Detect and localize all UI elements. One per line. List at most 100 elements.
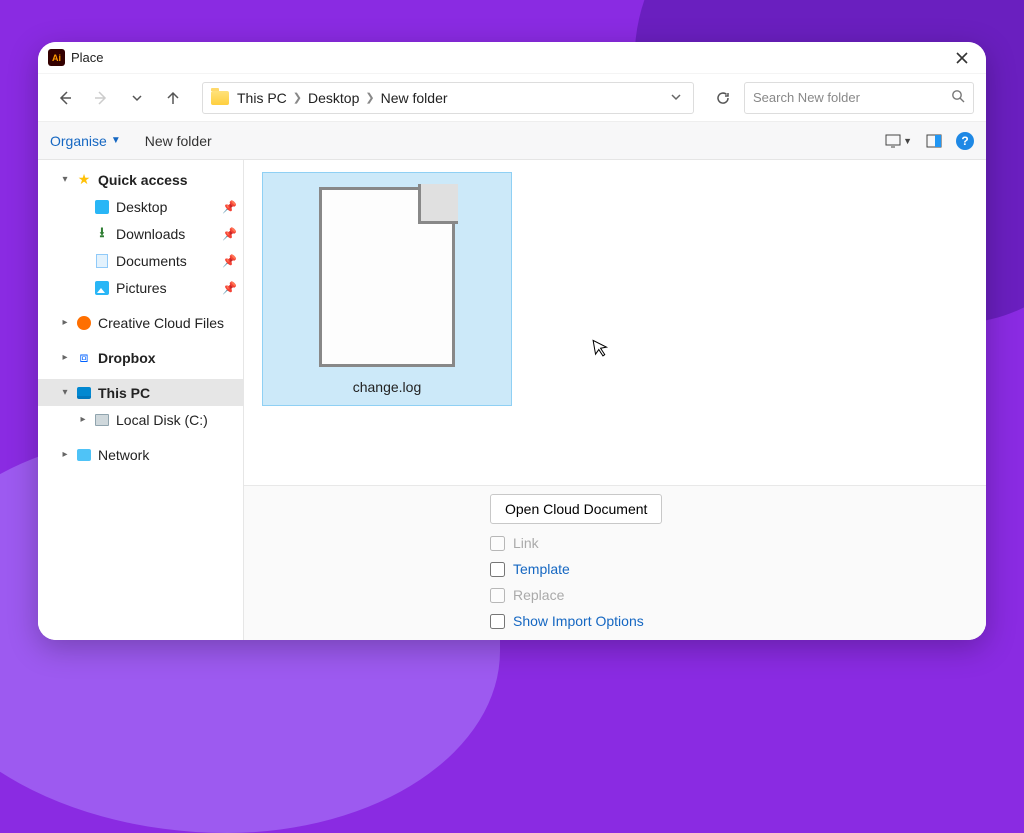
tree-local-disk[interactable]: ▸ Local Disk (C:)	[38, 406, 243, 433]
chevron-right-icon: ▸	[74, 414, 92, 425]
window-title: Place	[71, 50, 104, 65]
titlebar: Ai Place	[38, 42, 986, 74]
tree-label: Pictures	[116, 280, 222, 296]
pin-icon: 📌	[222, 227, 237, 241]
tree-this-pc[interactable]: ▾ This PC	[38, 379, 243, 406]
link-checkbox[interactable]	[490, 536, 505, 551]
view-mode-button[interactable]: ▼	[885, 134, 912, 148]
tree-label: Documents	[116, 253, 222, 269]
chevron-right-icon: ❯	[293, 91, 302, 104]
tree-label: Downloads	[116, 226, 222, 242]
arrow-left-icon	[57, 90, 73, 106]
navigation-bar: This PC ❯ Desktop ❯ New folder	[38, 74, 986, 122]
place-dialog-window: Ai Place This PC	[38, 42, 986, 640]
chevron-down-icon: ▾	[56, 174, 74, 185]
chevron-down-icon: ▼	[903, 136, 912, 146]
breadcrumb-segment[interactable]: New folder	[381, 90, 448, 106]
show-import-options[interactable]: Show Import Options	[490, 608, 986, 634]
file-item-selected[interactable]: change.log	[262, 172, 512, 406]
chevron-down-icon	[132, 93, 142, 103]
creative-cloud-icon	[74, 316, 94, 330]
preview-pane-button[interactable]	[926, 134, 942, 148]
breadcrumb: This PC ❯ Desktop ❯ New folder	[237, 90, 448, 106]
replace-option[interactable]: Replace	[490, 582, 986, 608]
tree-network[interactable]: ▸ Network	[38, 441, 243, 468]
refresh-icon	[715, 90, 731, 106]
chevron-right-icon: ▸	[56, 449, 74, 460]
breadcrumb-segment[interactable]: Desktop	[308, 90, 359, 106]
pc-icon	[74, 387, 94, 399]
arrow-right-icon	[93, 90, 109, 106]
open-cloud-document-button[interactable]: Open Cloud Document	[490, 494, 662, 524]
replace-checkbox[interactable]	[490, 588, 505, 603]
search-input[interactable]	[753, 90, 951, 105]
tree-label: Quick access	[98, 172, 237, 188]
folder-icon	[211, 91, 229, 105]
tree-label: Network	[98, 447, 237, 463]
link-label: Link	[513, 535, 539, 551]
file-dialog: Ai Place This PC	[38, 42, 986, 640]
navigation-tree: ▾ ★ Quick access Desktop 📌 ⭳ Downloads 📌	[38, 160, 244, 640]
pictures-icon	[92, 281, 112, 295]
refresh-button[interactable]	[708, 83, 738, 113]
monitor-icon	[885, 134, 901, 148]
dialog-body: ▾ ★ Quick access Desktop 📌 ⭳ Downloads 📌	[38, 160, 986, 640]
organise-button[interactable]: Organise ▼	[50, 133, 121, 149]
chevron-right-icon: ▸	[56, 352, 74, 363]
show-import-checkbox[interactable]	[490, 614, 505, 629]
tree-desktop[interactable]: Desktop 📌	[38, 193, 243, 220]
show-import-label: Show Import Options	[513, 613, 644, 629]
tree-creative-cloud[interactable]: ▸ Creative Cloud Files	[38, 309, 243, 336]
recent-dropdown[interactable]	[122, 83, 152, 113]
file-name: change.log	[277, 379, 497, 395]
place-options: Open Cloud Document Link Template Replac…	[244, 485, 986, 640]
chevron-down-icon: ▾	[56, 387, 74, 398]
address-bar[interactable]: This PC ❯ Desktop ❯ New folder	[202, 82, 694, 114]
panel-icon	[926, 134, 942, 148]
pin-icon: 📌	[222, 254, 237, 268]
download-icon: ⭳	[92, 222, 112, 246]
address-dropdown[interactable]	[665, 90, 687, 105]
tree-quick-access[interactable]: ▾ ★ Quick access	[38, 166, 243, 193]
network-icon	[74, 449, 94, 461]
search-box[interactable]	[744, 82, 974, 114]
tree-label: Local Disk (C:)	[116, 412, 237, 428]
up-button[interactable]	[158, 83, 188, 113]
tree-dropbox[interactable]: ▸ ⧈ Dropbox	[38, 344, 243, 371]
illustrator-app-icon: Ai	[48, 49, 65, 66]
chevron-down-icon	[671, 92, 681, 102]
back-button[interactable]	[50, 83, 80, 113]
chevron-down-icon: ▼	[111, 135, 121, 146]
new-folder-button[interactable]: New folder	[145, 133, 212, 149]
template-option[interactable]: Template	[490, 556, 986, 582]
view-controls: ▼ ?	[885, 132, 974, 150]
forward-button[interactable]	[86, 83, 116, 113]
cursor-icon	[592, 337, 612, 364]
tree-downloads[interactable]: ⭳ Downloads 📌	[38, 220, 243, 247]
dropbox-icon: ⧈	[74, 349, 94, 366]
replace-label: Replace	[513, 587, 564, 603]
tree-label: This PC	[98, 385, 237, 401]
chevron-right-icon: ❯	[365, 91, 374, 104]
desktop-icon	[92, 200, 112, 214]
pin-icon: 📌	[222, 200, 237, 214]
explorer-toolbar: Organise ▼ New folder ▼ ?	[38, 122, 986, 160]
file-fold-icon	[418, 184, 458, 224]
help-button[interactable]: ?	[956, 132, 974, 150]
file-list[interactable]: change.log	[244, 160, 986, 485]
star-icon: ★	[74, 171, 94, 188]
tree-label: Dropbox	[98, 350, 237, 366]
close-button[interactable]	[948, 44, 976, 72]
content-area: change.log Open Cloud Document Link Temp…	[244, 160, 986, 640]
search-icon	[951, 89, 965, 106]
template-checkbox[interactable]	[490, 562, 505, 577]
breadcrumb-segment[interactable]: This PC	[237, 90, 287, 106]
tree-label: Desktop	[116, 199, 222, 215]
disk-icon	[92, 414, 112, 426]
tree-documents[interactable]: Documents 📌	[38, 247, 243, 274]
template-label: Template	[513, 561, 570, 577]
documents-icon	[92, 254, 112, 268]
tree-pictures[interactable]: Pictures 📌	[38, 274, 243, 301]
arrow-up-icon	[165, 90, 181, 106]
link-option[interactable]: Link	[490, 530, 986, 556]
